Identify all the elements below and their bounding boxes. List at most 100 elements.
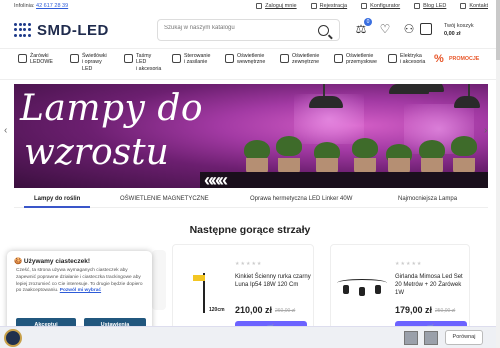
chevrons-decoration: ««« (204, 170, 228, 188)
compare-bar: Porównaj (0, 326, 500, 348)
power-supply-icon (172, 54, 181, 63)
grow-lamp-image (309, 84, 343, 108)
heart-icon: ♡ (379, 22, 391, 36)
product-image[interactable]: 120cm (181, 269, 225, 313)
register-label: Rejestracja (319, 3, 348, 9)
site-header: SMD-LED ⚖ 0 ♡ ⚇ Twój koszyk 0,00 zł (0, 14, 500, 48)
slider-tabs: Lampy do roślin OŚWIETLENIE MAGNETYCZNE … (14, 192, 488, 208)
category-label: Sterowanie (184, 53, 211, 59)
tube-icon (70, 54, 79, 63)
category-industrial[interactable]: Oświetlenie przemysłowe (334, 53, 377, 66)
compare-button[interactable]: Porównaj (445, 330, 483, 345)
top-info-bar: Infolinia: 42 617 28 39 Zaloguj mnie Rej… (0, 0, 500, 14)
grow-lamp-image (454, 84, 480, 108)
section-title: Następne gorące strzały (189, 224, 311, 236)
tab-hermetic-fixture[interactable]: Oprawa hermetyczna LED Linker 40W (250, 196, 352, 202)
product-old-price: 260,00 zł (275, 308, 296, 314)
product-image-label: 120cm (209, 307, 225, 313)
cookie-body: Cześć, ta strona używa wymaganych ciaste… (16, 268, 146, 295)
category-label: zewnętrzne (292, 59, 320, 66)
login-label: Zaloguj mnie (265, 3, 297, 9)
product-title[interactable]: Girlanda Mimosa Led Set 20 Metrów + 20 Ż… (395, 273, 469, 297)
category-label: Oświetlenie (346, 53, 374, 59)
top-links: Zaloguj mnie Rejestracja Konfigurator Bl… (256, 3, 488, 9)
category-bulbs[interactable]: Żarówki LEDOWE (18, 53, 53, 66)
category-outdoor[interactable]: Oświetlenie zewnętrzne (280, 53, 319, 66)
login-link[interactable]: Zaloguj mnie (256, 3, 297, 9)
category-nav: Żarówki LEDOWE Świetlówki i oprawy LED Taśm… (0, 48, 500, 80)
category-promotions[interactable]: % PROMOCJE (434, 53, 479, 66)
product-old-price: 250,00 zł (435, 308, 456, 314)
slider-prev-icon[interactable]: ‹ (4, 125, 7, 136)
product-price: 179,00 zł (395, 305, 433, 315)
wrench-icon (361, 3, 368, 9)
page-scrollbar[interactable] (496, 0, 500, 348)
category-label: Świetlówki (82, 53, 107, 59)
grow-lamp-image (389, 84, 429, 94)
hotline: Infolinia: 42 617 28 39 (14, 3, 68, 9)
cookie-choose-link[interactable]: Pozwól mi wybrać (60, 288, 101, 293)
category-label: przemysłowe (346, 59, 377, 66)
category-label: LED (82, 65, 93, 72)
category-label: Elektryka (400, 53, 422, 59)
hotline-phone-link[interactable]: 42 617 28 39 (36, 3, 68, 9)
cart-button[interactable]: Twój koszyk 0,00 zł (420, 20, 490, 42)
compare-button[interactable]: ⚖ 0 (354, 18, 372, 36)
mail-icon (460, 3, 467, 9)
hero-title-line2: wzrostu (24, 132, 169, 173)
product-card-partial (152, 250, 166, 310)
user-plus-icon (310, 3, 317, 9)
blog-label: Blog LED (423, 3, 447, 9)
chat-widget-icon[interactable] (4, 329, 22, 347)
wishlist-button[interactable]: ♡ (378, 22, 392, 36)
tab-magnetic-lighting[interactable]: OŚWIETLENIE MAGNETYCZNE (120, 196, 209, 202)
compare-count-badge: 0 (364, 18, 372, 26)
cart-total: 0,00 zł (444, 31, 461, 37)
bulb-icon (18, 54, 27, 63)
document-icon (414, 3, 421, 9)
product-title[interactable]: Kinkiet Ścienny rurka czarny Luna Ip54 1… (235, 273, 311, 289)
contact-label: Kontakt (469, 3, 488, 9)
category-label: wewnętrzne (237, 59, 266, 66)
category-strips[interactable]: Taśmy LED i akcesoria (124, 53, 161, 72)
product-image[interactable] (337, 275, 387, 305)
cart-label: Twój koszyk (444, 23, 474, 29)
hotline-label: Infolinia: (14, 3, 35, 9)
scrollbar-thumb[interactable] (496, 0, 500, 60)
compare-slot[interactable] (404, 331, 418, 345)
category-label: i zasilanie (184, 59, 208, 66)
search-icon[interactable] (318, 25, 329, 36)
account-button[interactable]: ⚇ (402, 22, 416, 36)
hero-banner[interactable]: ««« Lampy do wzrostu (14, 84, 488, 188)
slider-next-icon[interactable]: › (484, 125, 487, 136)
product-price: 210,00 zł (235, 305, 273, 315)
user-icon (256, 3, 263, 9)
user-icon: ⚇ (403, 22, 415, 36)
configurator-link[interactable]: Konfigurator (361, 3, 400, 9)
contact-link[interactable]: Kontakt (460, 3, 488, 9)
tab-strongest-lamp[interactable]: Najmocniejsza Lampa (398, 196, 457, 202)
compare-slot[interactable] (424, 331, 438, 345)
category-control[interactable]: Sterowanie i zasilanie (172, 53, 211, 66)
category-tubes[interactable]: Świetlówki i oprawy LED (70, 53, 107, 72)
blog-link[interactable]: Blog LED (414, 3, 446, 9)
category-label: i akcesoria (136, 65, 162, 72)
logo-text: SMD-LED (37, 22, 109, 39)
search-input[interactable] (164, 25, 304, 31)
percent-icon: % (434, 53, 444, 65)
category-electrical[interactable]: Elektryka i akcesoria (388, 53, 425, 66)
cart-icon (420, 23, 432, 35)
plug-icon (388, 54, 397, 63)
ceiling-lamp-icon (225, 54, 234, 63)
category-indoor[interactable]: Oświetlenie wewnętrzne (225, 53, 265, 66)
category-label: i oprawy (82, 59, 102, 66)
search-box (157, 19, 340, 41)
tab-grow-lamps[interactable]: Lampy do roślin (23, 196, 91, 208)
logo[interactable]: SMD-LED (14, 22, 109, 39)
category-label: LEDOWE (30, 59, 53, 66)
category-label: Taśmy (136, 53, 152, 59)
category-label: Żarówki (30, 53, 49, 59)
category-label: i akcesoria (400, 59, 426, 66)
configurator-label: Konfigurator (370, 3, 401, 9)
register-link[interactable]: Rejestracja (310, 3, 348, 9)
